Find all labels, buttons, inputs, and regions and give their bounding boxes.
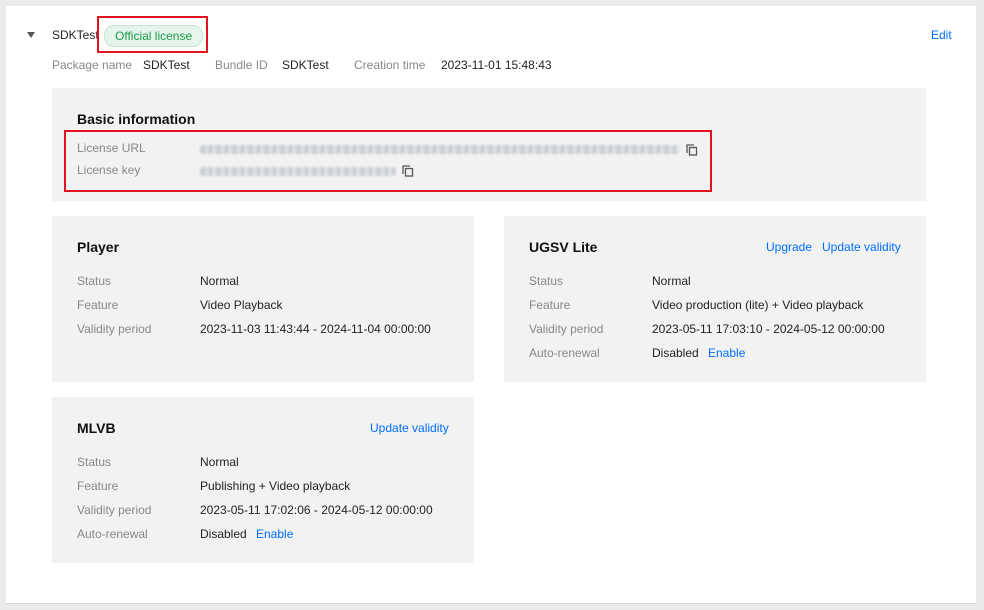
mlvb-status-label: Status <box>77 455 112 469</box>
ugsv-validity-label: Validity period <box>529 322 604 336</box>
ugsv-feature-value: Video production (lite) + Video playback <box>652 298 864 312</box>
mlvb-enable-link[interactable]: Enable <box>256 527 293 541</box>
ugsv-validity-value: 2023-05-11 17:03:10 - 2024-05-12 00:00:0… <box>652 322 885 336</box>
ugsv-autorenew-label: Auto-renewal <box>529 346 600 360</box>
mlvb-autorenew-label: Auto-renewal <box>77 527 148 541</box>
mlvb-card: MLVB Update validity Status Normal Featu… <box>52 397 474 563</box>
mlvb-autorenew-value: Disabled <box>200 527 247 541</box>
meta-label-package: Package name <box>52 58 133 72</box>
highlight-box-badge <box>97 16 208 53</box>
player-validity-label: Validity period <box>77 322 152 336</box>
ugsv-card: UGSV Lite Upgrade Update validity Status… <box>504 216 926 382</box>
player-status-value: Normal <box>200 274 239 288</box>
app-name: SDKTest <box>52 28 99 42</box>
ugsv-status-label: Status <box>529 274 564 288</box>
ugsv-title: UGSV Lite <box>529 239 598 255</box>
mlvb-feature-label: Feature <box>77 479 119 493</box>
player-feature-value: Video Playback <box>200 298 283 312</box>
highlight-box-license-info <box>64 130 712 192</box>
meta-value-package: SDKTest <box>143 58 190 72</box>
mlvb-feature-value: Publishing + Video playback <box>200 479 351 493</box>
ugsv-update-validity-link[interactable]: Update validity <box>822 240 901 254</box>
mlvb-validity-label: Validity period <box>77 503 152 517</box>
meta-value-bundle: SDKTest <box>282 58 329 72</box>
player-validity-value: 2023-11-03 11:43:44 - 2024-11-04 00:00:0… <box>200 322 431 336</box>
player-card: Player Status Normal Feature Video Playb… <box>52 216 474 382</box>
ugsv-autorenew-value: Disabled <box>652 346 699 360</box>
mlvb-validity-value: 2023-05-11 17:02:06 - 2024-05-12 00:00:0… <box>200 503 433 517</box>
meta-value-creation: 2023-11-01 15:48:43 <box>441 58 552 72</box>
mlvb-title: MLVB <box>77 420 116 436</box>
mlvb-status-value: Normal <box>200 455 239 469</box>
ugsv-feature-label: Feature <box>529 298 571 312</box>
meta-label-creation: Creation time <box>354 58 426 72</box>
ugsv-enable-link[interactable]: Enable <box>708 346 745 360</box>
player-title: Player <box>77 239 120 255</box>
mlvb-update-validity-link[interactable]: Update validity <box>370 421 449 435</box>
ugsv-upgrade-link[interactable]: Upgrade <box>766 240 812 254</box>
basic-info-title: Basic information <box>77 111 196 127</box>
meta-label-bundle: Bundle ID <box>215 58 268 72</box>
player-feature-label: Feature <box>77 298 119 312</box>
ugsv-status-value: Normal <box>652 274 691 288</box>
player-status-label: Status <box>77 274 112 288</box>
edit-link[interactable]: Edit <box>931 28 952 42</box>
caret-down-icon[interactable] <box>27 32 35 38</box>
